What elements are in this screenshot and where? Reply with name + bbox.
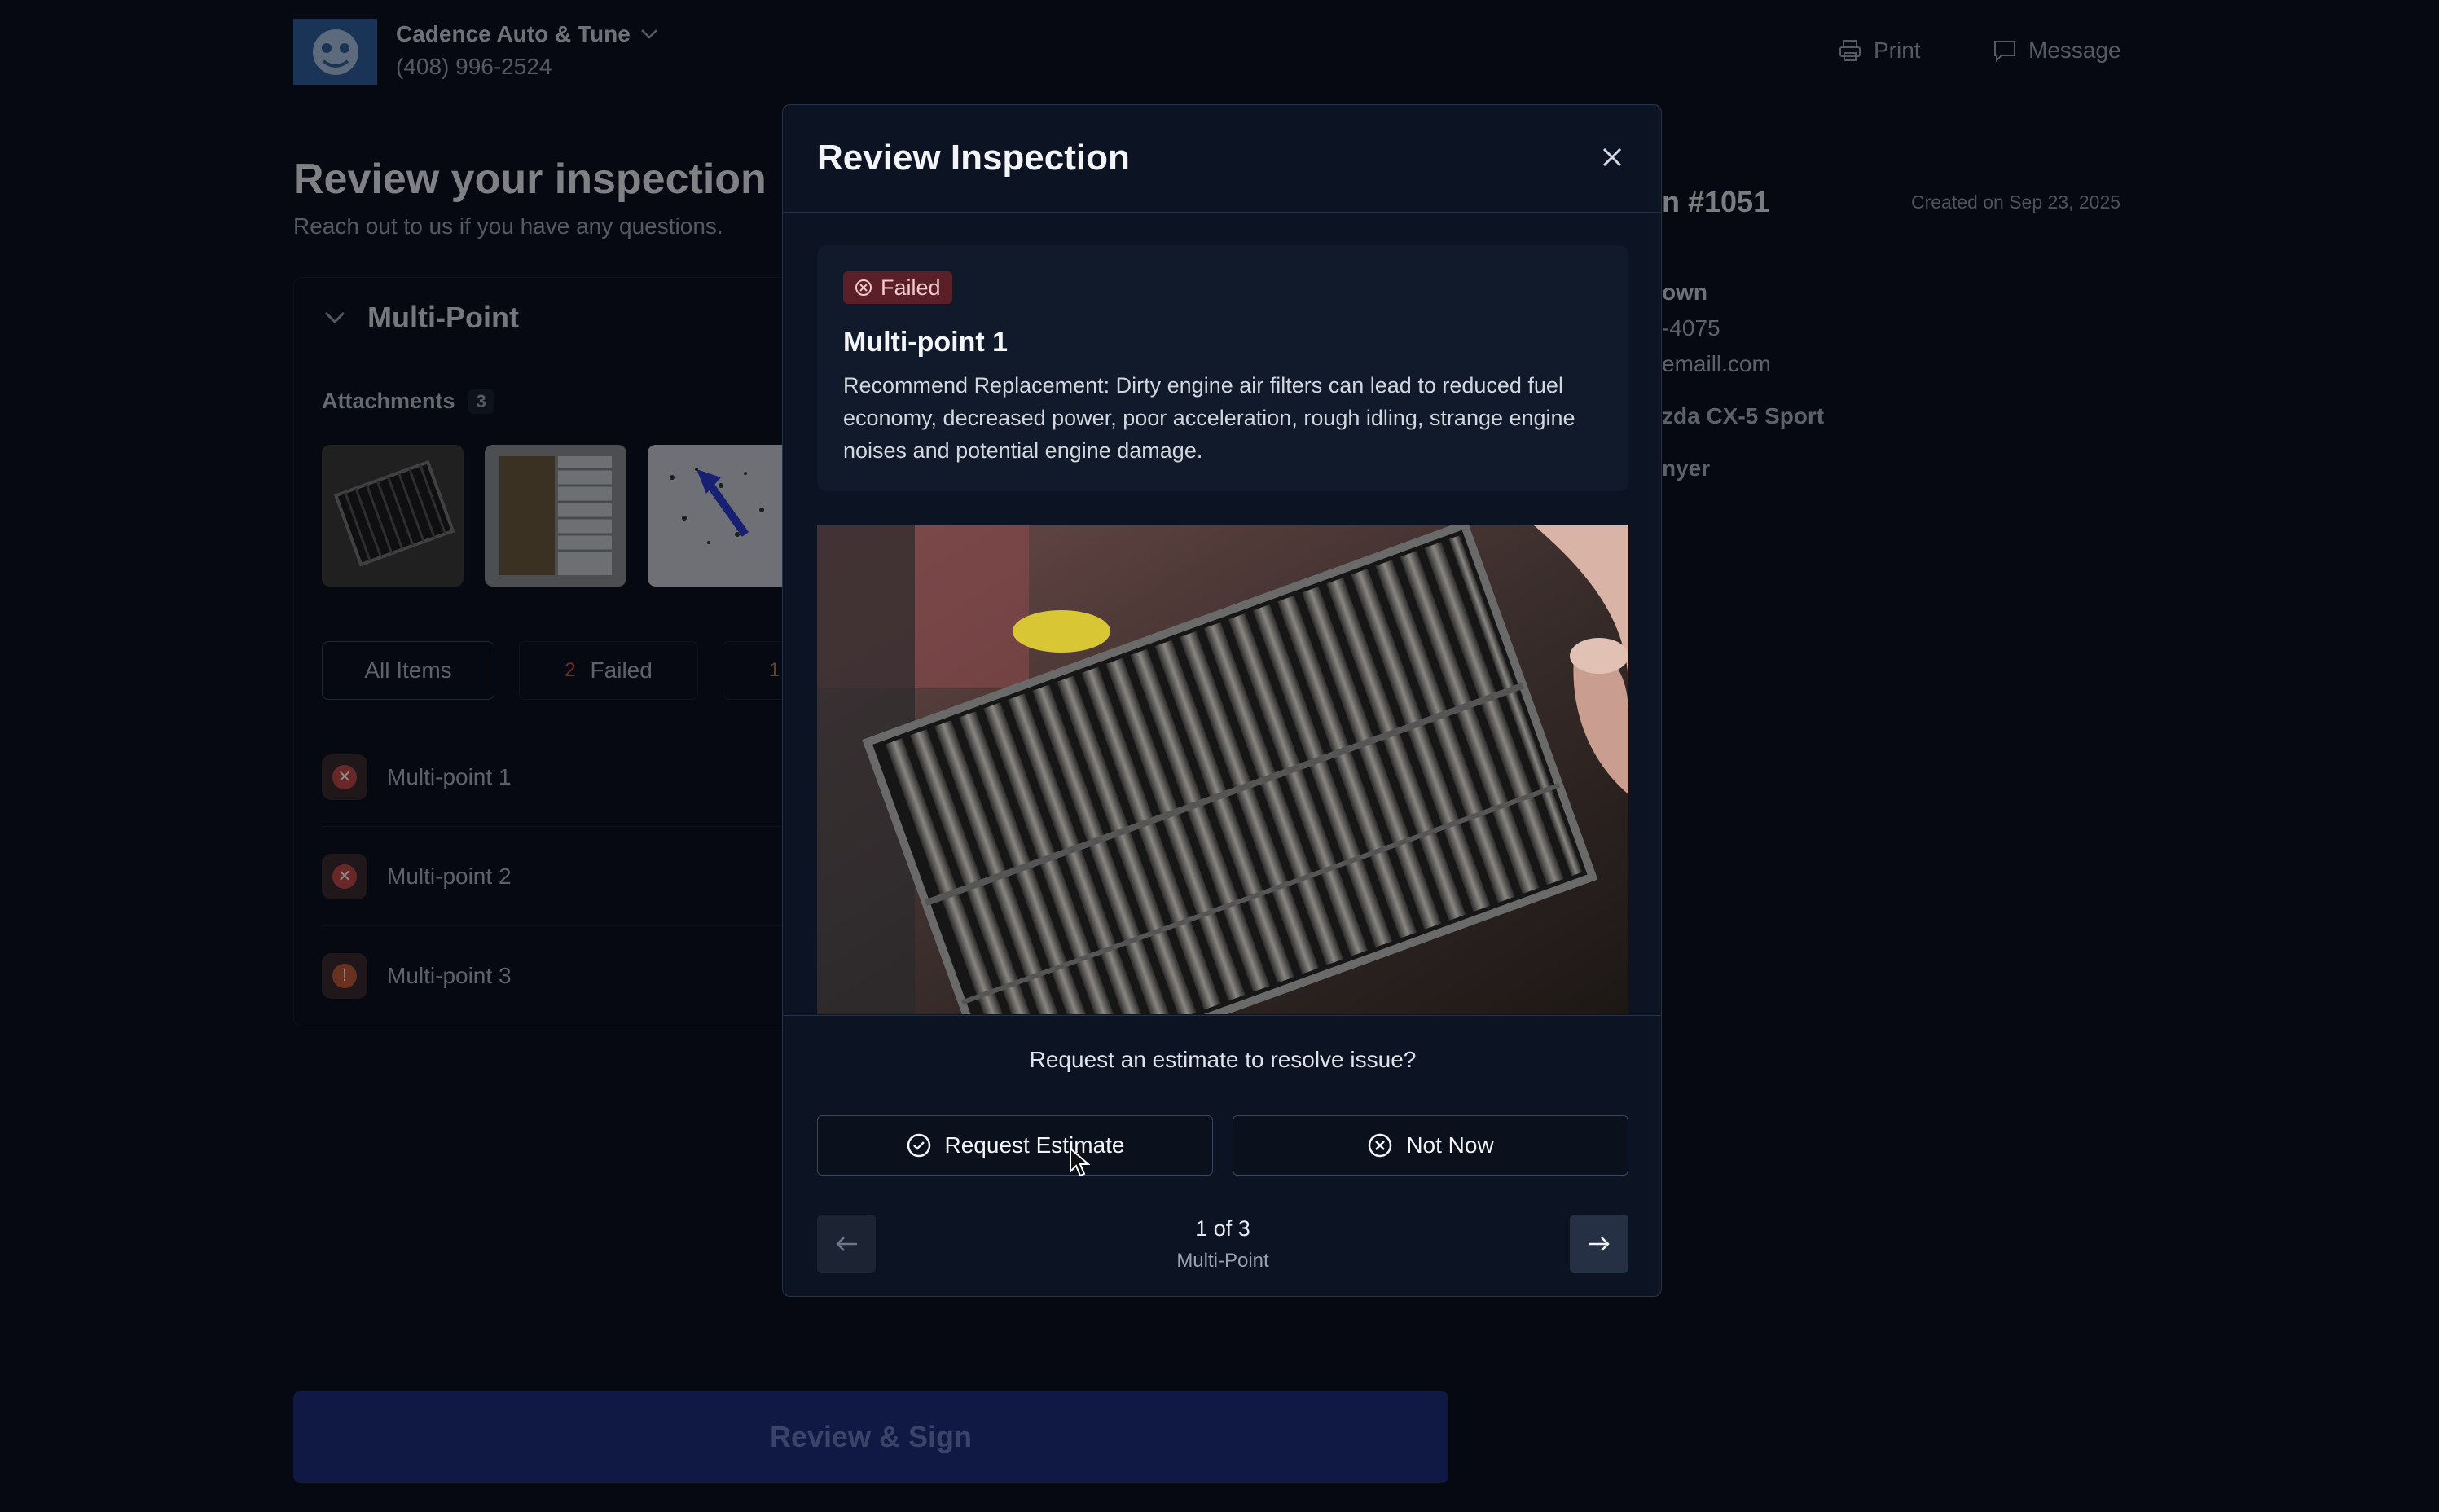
request-estimate-button[interactable]: Request Estimate (817, 1115, 1213, 1176)
pager: 1 of 3 Multi-Point (783, 1216, 1661, 1272)
previous-button[interactable] (817, 1215, 876, 1273)
request-estimate-label: Request Estimate (944, 1132, 1125, 1158)
close-icon (1602, 147, 1622, 167)
pager-position: 1 of 3 (1195, 1216, 1250, 1241)
inspection-item-card: Failed Multi-point 1 Recommend Replaceme… (817, 245, 1628, 491)
pager-section: Multi-Point (1176, 1250, 1269, 1272)
arrow-left-icon (836, 1237, 857, 1251)
mouse-pointer-icon (1069, 1146, 1091, 1182)
status-badge-label: Failed (881, 275, 941, 300)
next-button[interactable] (1570, 1215, 1628, 1273)
modal-title: Review Inspection (817, 138, 1130, 178)
x-circle-icon (1369, 1133, 1392, 1158)
estimate-question: Request an estimate to resolve issue? (1029, 1047, 1417, 1072)
not-now-label: Not Now (1406, 1132, 1494, 1158)
failed-icon (855, 279, 872, 296)
status-badge: Failed (843, 271, 952, 304)
review-inspection-modal: Review Inspection Failed Multi-point 1 R… (782, 104, 1662, 1297)
air-filter-photo (817, 525, 1628, 1014)
close-button[interactable] (1588, 133, 1637, 182)
item-description: Recommend Replacement: Dirty engine air … (843, 373, 1575, 463)
item-title: Multi-point 1 (843, 327, 1009, 358)
arrow-right-icon (1589, 1237, 1610, 1251)
not-now-button[interactable]: Not Now (1233, 1115, 1628, 1176)
modal-header: Review Inspection (783, 105, 1661, 213)
check-circle-icon (907, 1133, 930, 1158)
modal-divider (783, 1015, 1661, 1016)
